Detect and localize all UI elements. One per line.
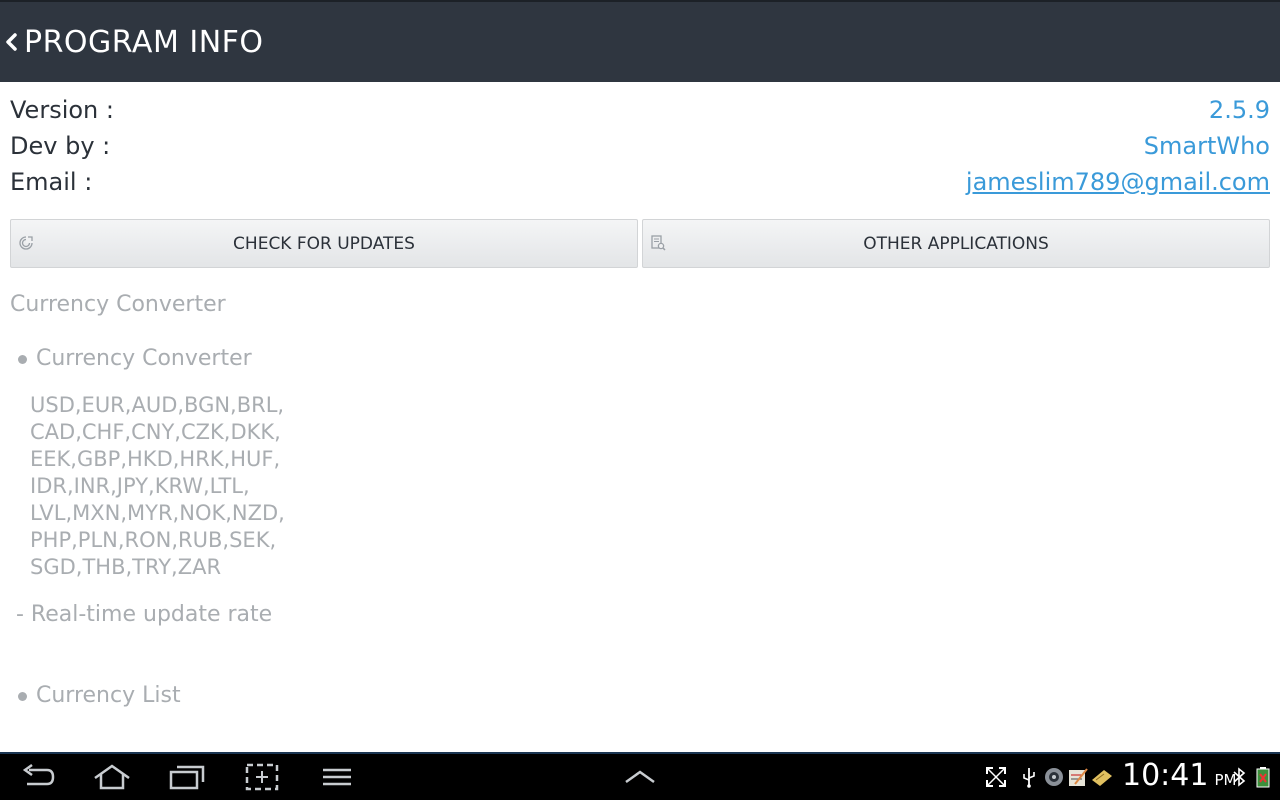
memo-icon [1092,770,1112,786]
email-row: Email : jameslim789@gmail.com [10,164,1270,200]
action-bar: PROGRAM INFO [0,0,1280,82]
bullet-icon [18,354,27,364]
recent-apps-icon[interactable] [167,762,207,792]
back-button[interactable]: PROGRAM INFO [0,2,276,82]
currency-codes-line: LVL,MXN,MYR,NOK,NZD, [30,501,285,525]
chevron-left-icon [6,33,17,51]
menu-icon[interactable] [317,762,357,792]
app-description: Currency Converter Currency Converter US… [10,286,1270,715]
developer-label: Dev by : [10,132,111,160]
feature-bullet: Currency Converter [10,340,1270,378]
screenshot-icon[interactable] [242,762,282,792]
feature-bullet: Currency List [10,677,1270,715]
action-buttons: CHECK FOR UPDATES OTHER APPLICATIONS [10,219,1270,268]
currency-codes: USD,EUR,AUD,BGN,BRL, CAD,CHF,CNY,CZK,DKK… [10,392,1270,581]
other-applications-button[interactable]: OTHER APPLICATIONS [642,219,1270,268]
clock-time: 10:41 [1122,758,1209,793]
fullscreen-icon [986,767,1006,787]
description-heading: Currency Converter [10,292,226,317]
home-icon[interactable] [92,762,132,792]
chevron-up-icon[interactable] [620,762,660,792]
email-link[interactable]: jameslim789@gmail.com [966,168,1270,196]
bluetooth-icon [1233,767,1246,787]
currency-codes-line: USD,EUR,AUD,BGN,BRL, [30,393,285,417]
camera-icon [1045,768,1063,786]
back-icon[interactable] [19,762,59,792]
status-clock: 10:41 PM [1122,758,1236,793]
system-nav-bar: 10:41 PM [0,752,1280,800]
currency-codes-line: SGD,THB,TRY,ZAR [30,555,222,579]
currency-codes-line: PHP,PLN,RON,RUB,SEK, [30,528,277,552]
check-updates-label: CHECK FOR UPDATES [233,233,415,254]
feature-line: - Real-time update rate [16,602,273,627]
program-info-screen: PROGRAM INFO Version : 2.5.9 Dev by : Sm… [0,0,1280,800]
version-value: 2.5.9 [1208,96,1270,124]
currency-codes-line: CAD,CHF,CNY,CZK,DKK, [30,420,281,444]
version-row: Version : 2.5.9 [10,92,1270,128]
developer-row: Dev by : SmartWho [10,128,1270,164]
currency-codes-line: IDR,INR,JPY,KRW,LTL, [30,474,250,498]
other-applications-label: OTHER APPLICATIONS [863,233,1049,254]
bullet-text: Currency List [36,683,181,708]
developer-value: SmartWho [1143,132,1270,160]
check-updates-button[interactable]: CHECK FOR UPDATES [10,219,638,268]
battery-icon [1256,767,1270,788]
page-title: PROGRAM INFO [24,24,264,60]
search-doc-icon [651,235,666,251]
bullet-icon [18,691,27,701]
bullet-text: Currency Converter [36,346,252,371]
currency-codes-line: EEK,GBP,HKD,HRK,HUF, [30,447,281,471]
refresh-icon [19,236,33,250]
email-label: Email : [10,168,93,196]
usb-icon [1023,768,1035,788]
version-label: Version : [10,96,114,124]
notes-icon [1069,768,1088,786]
app-info: Version : 2.5.9 Dev by : SmartWho Email … [10,92,1270,200]
